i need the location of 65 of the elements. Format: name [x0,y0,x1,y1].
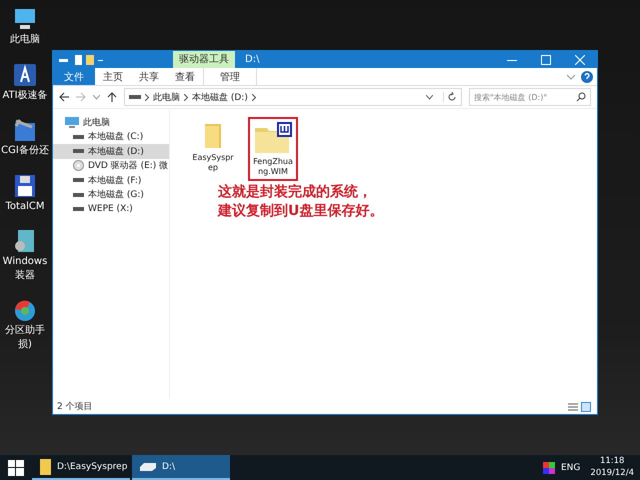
monitor-icon [65,116,79,128]
sidebar-item[interactable]: WEPE (X:) [53,202,169,216]
search-icon[interactable] [576,92,586,102]
close-icon [575,54,585,64]
windows-logo-icon [8,460,24,476]
app-icon[interactable] [12,117,38,143]
clock[interactable]: 11:18 2019/12/4 [590,456,634,479]
sidebar-item[interactable]: DVD 驱动器 (E:) 微 [53,158,169,173]
drive-icon [73,134,84,140]
app-icon[interactable] [12,62,38,88]
breadcrumb[interactable]: 此电脑 [153,90,180,104]
chevron-icon[interactable] [184,94,188,100]
drive-icon [73,206,84,212]
status-text: 2 个项目 [57,400,93,413]
drive-icon [140,462,156,470]
taskbar-button[interactable]: D:\ [132,455,230,480]
breadcrumb[interactable]: 本地磁盘 (D:) [192,90,248,104]
icon-label: ATI极速备 [2,90,48,101]
address-bar[interactable]: 此电脑 本地磁盘 (D:) [124,88,462,106]
help-icon[interactable] [581,70,593,82]
icon-label: 此电脑 [10,34,40,46]
drive-icon [73,177,84,184]
search-field[interactable]: 搜索"本地磁盘 (D:)" [469,88,591,106]
sidebar-item[interactable]: 本地磁盘 (G:) [53,188,169,202]
large-icons-view-icon[interactable] [581,402,591,412]
sidebar-item[interactable]: 本地磁盘 (D:) [53,144,169,158]
folder-icon [40,458,51,474]
icon-label: TotalCM [6,200,44,212]
icon-label: Windows [2,256,48,268]
folder-icon [202,122,224,150]
taskbar-button[interactable]: D:\EasySysprep [32,455,130,480]
sidebar-item[interactable]: 本地磁盘 (F:) [53,173,169,188]
up-arrow-icon[interactable] [107,92,117,102]
chevron-icon[interactable] [145,94,149,100]
drive-icon [73,192,84,198]
ribbon-tab[interactable]: 文件 [53,68,95,85]
file-item[interactable]: EasySysprep [188,117,238,178]
sidebar-item[interactable]: 本地磁盘 (C:) [53,130,169,144]
context-tab-header: 驱动器工具 [173,51,235,68]
icon-label: 损) [18,338,32,350]
details-view-icon[interactable] [568,402,578,412]
icon-label: 装器 [14,270,35,281]
sidebar-item[interactable]: 此电脑 [53,115,169,130]
wim-file-icon [254,122,292,154]
dropdown-icon[interactable] [426,94,433,100]
file-name: FengZhuang.WIM [252,157,294,176]
disc-icon [73,160,84,172]
drive-icon [129,94,141,100]
icon-label: 分区助手 [5,325,45,336]
monitor-icon[interactable] [12,6,38,32]
color-palette-icon[interactable] [543,462,555,474]
drive-icon [73,148,84,154]
annotation-text: 这就是封装完成的系统， 建议复制到U盘里保存好。 [218,183,384,221]
chevron-icon[interactable] [252,94,256,100]
ribbon-tab[interactable]: 管理 [203,68,257,85]
file-item[interactable]: FengZhuang.WIM [248,117,298,182]
quick-access-toolbar-icon[interactable] [59,54,103,66]
dropdown-icon[interactable] [93,94,100,100]
window-title: D:\ [245,54,260,65]
file-name: EasySysprep [192,153,234,172]
refresh-icon[interactable] [443,92,457,102]
back-arrow-icon[interactable] [59,92,69,102]
icon-label: CGI备份还 [1,145,49,156]
maximize-icon [541,54,551,64]
language-indicator[interactable]: ENG [561,462,580,472]
